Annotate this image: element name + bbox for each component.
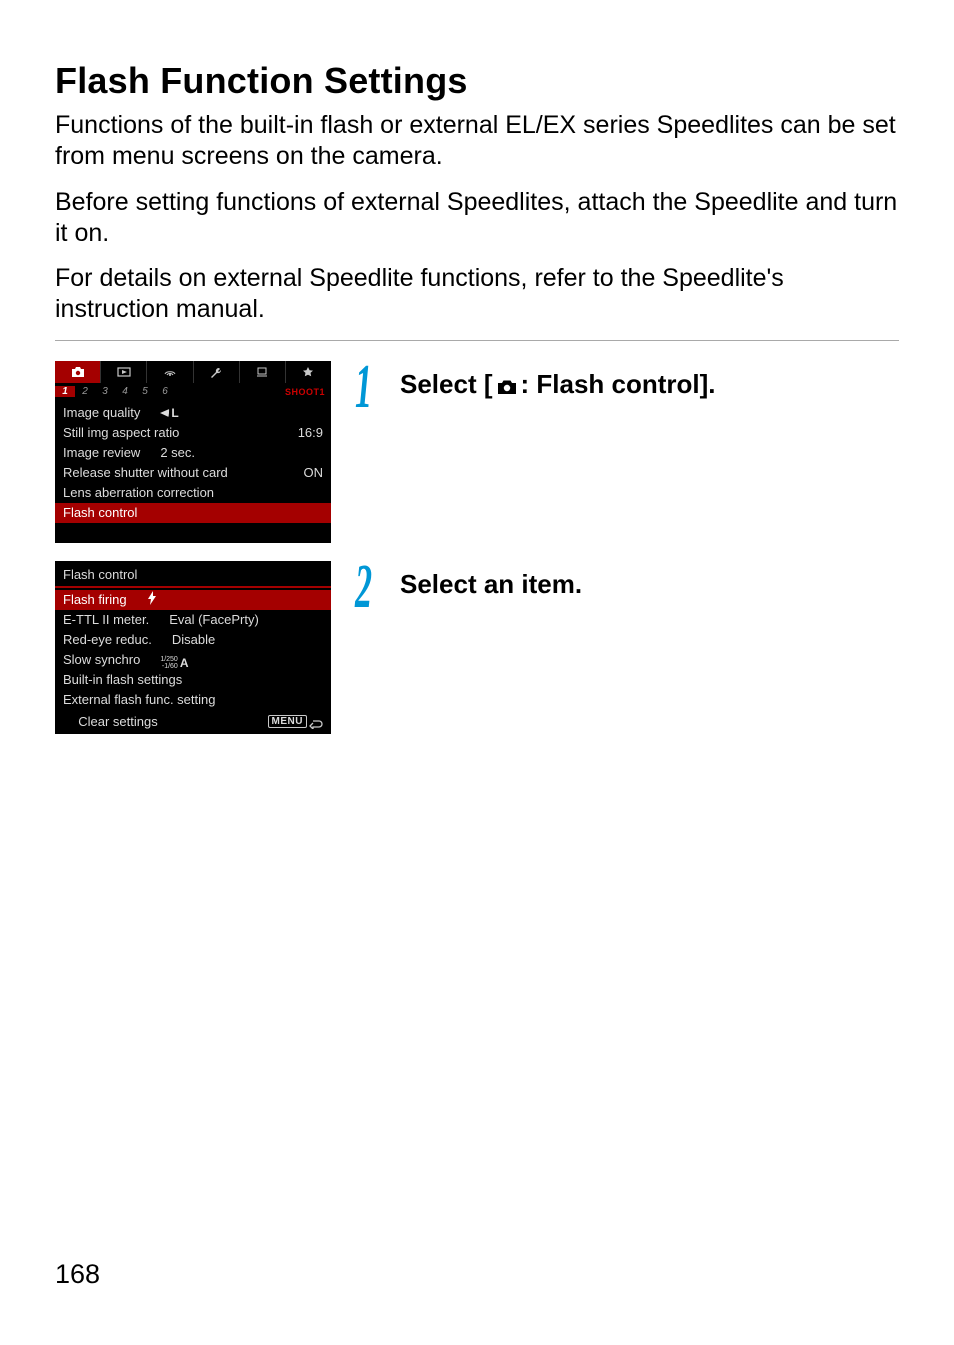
sub-tab-bar: 1 2 3 4 5 6 SHOOT1 — [55, 383, 331, 401]
menu-value: ON — [228, 465, 323, 480]
menu-value: 2 sec. — [140, 445, 195, 460]
intro-paragraph-1: Functions of the built-in flash or exter… — [55, 110, 899, 173]
menu-row-ettl-meter[interactable]: E-TTL II meter. Eval (FacePrty) — [55, 610, 331, 630]
menu-label: Red-eye reduc. — [63, 632, 152, 647]
divider — [55, 340, 899, 341]
tab-playback[interactable] — [101, 361, 146, 383]
star-icon — [300, 366, 316, 378]
menu-label: Slow synchro — [63, 652, 140, 667]
menu-label: External flash func. setting — [63, 692, 215, 707]
page-title: Flash Function Settings — [55, 60, 899, 102]
step-number-2: 2 — [355, 563, 372, 613]
blank-row — [55, 523, 331, 543]
flash-bolt-icon — [147, 591, 157, 608]
menu-row-image-quality[interactable]: Image quality L — [55, 403, 331, 423]
page-number: 168 — [55, 1259, 100, 1290]
step-number-1: 1 — [355, 363, 372, 413]
menu-label: Lens aberration correction — [63, 485, 214, 500]
menu-label: Flash control — [63, 505, 137, 520]
menu-value-image-quality: L — [140, 405, 178, 420]
menu-row-red-eye-reduction[interactable]: Red-eye reduc. Disable — [55, 630, 331, 650]
subtab-2[interactable]: 2 — [75, 386, 95, 397]
tab-mymenu[interactable] — [286, 361, 331, 383]
step-1-suffix: : Flash control]. — [521, 369, 716, 399]
menu-label: Flash firing — [63, 592, 127, 607]
camera-icon — [496, 371, 518, 402]
menu-value: 16:9 — [179, 425, 323, 440]
tab-shoot[interactable] — [55, 361, 100, 383]
subtab-4[interactable]: 4 — [115, 386, 135, 397]
menu-row-release-shutter-without-card[interactable]: Release shutter without card ON — [55, 463, 331, 483]
menu-row-flash-control[interactable]: Flash control — [55, 503, 331, 523]
menu-value: Eval (FacePrty) — [149, 612, 259, 627]
menu-row-flash-firing[interactable]: Flash firing — [55, 590, 331, 610]
menu-row-image-review[interactable]: Image review 2 sec. — [55, 443, 331, 463]
menu-label: Release shutter without card — [63, 465, 228, 480]
menu-value: 1/250-1/60A — [140, 649, 188, 670]
camera-icon — [70, 366, 86, 378]
step-1-text: Select [ : Flash control]. — [400, 369, 716, 402]
wireless-icon — [162, 366, 178, 378]
wrench-icon — [208, 366, 224, 378]
menu-label: E-TTL II meter. — [63, 612, 149, 627]
menu-row-lens-aberration-correction[interactable]: Lens aberration correction — [55, 483, 331, 503]
menu-label: Image quality — [63, 405, 140, 420]
display-level-icon — [254, 366, 270, 378]
playback-icon — [116, 366, 132, 378]
fine-large-icon: L — [160, 406, 178, 420]
camera-menu-screen-2: Flash control Flash firing E-TTL II mete… — [55, 561, 331, 734]
tab-display[interactable] — [240, 361, 285, 383]
slow-synchro-value: 1/250-1/60A — [160, 656, 188, 670]
intro-paragraph-3: For details on external Speedlite functi… — [55, 263, 899, 326]
menu-label: Still img aspect ratio — [63, 425, 179, 440]
return-icon — [309, 714, 323, 729]
subtab-1[interactable]: 1 — [55, 386, 75, 397]
intro-paragraph-2: Before setting functions of external Spe… — [55, 187, 899, 250]
tab-setup[interactable] — [194, 361, 239, 383]
subtab-5[interactable]: 5 — [135, 386, 155, 397]
step-1: 1 2 3 4 5 6 SHOOT1 Image quality L — [55, 361, 899, 543]
footer-clear-settings[interactable]: Clear settings — [63, 714, 173, 729]
camera-menu-screen-1: 1 2 3 4 5 6 SHOOT1 Image quality L — [55, 361, 331, 543]
menu-row-slow-synchro[interactable]: Slow synchro 1/250-1/60A — [55, 650, 331, 670]
menu-row-aspect-ratio[interactable]: Still img aspect ratio 16:9 — [55, 423, 331, 443]
subtab-6[interactable]: 6 — [155, 386, 175, 397]
shoot-tag: SHOOT1 — [285, 387, 331, 397]
step-2: Flash control Flash firing E-TTL II mete… — [55, 561, 899, 734]
step-2-text: Select an item. — [400, 569, 582, 600]
menu-row-external-flash-func-setting[interactable]: External flash func. setting — [55, 690, 331, 710]
menu-label: Image review — [63, 445, 140, 460]
menu-label-box: MENU — [268, 715, 307, 728]
menu-value: Disable — [152, 632, 215, 647]
menu-label: Built-in flash settings — [63, 672, 182, 687]
menu-row-builtin-flash-settings[interactable]: Built-in flash settings — [55, 670, 331, 690]
screen-footer: Clear settings MENU — [55, 710, 331, 734]
subtab-3[interactable]: 3 — [95, 386, 115, 397]
footer-menu-return[interactable]: MENU — [268, 714, 323, 729]
screen-heading: Flash control — [55, 561, 331, 586]
menu-value — [127, 591, 157, 608]
top-tab-bar — [55, 361, 331, 383]
tab-wireless[interactable] — [147, 361, 192, 383]
step-1-prefix: Select [ — [400, 369, 493, 399]
